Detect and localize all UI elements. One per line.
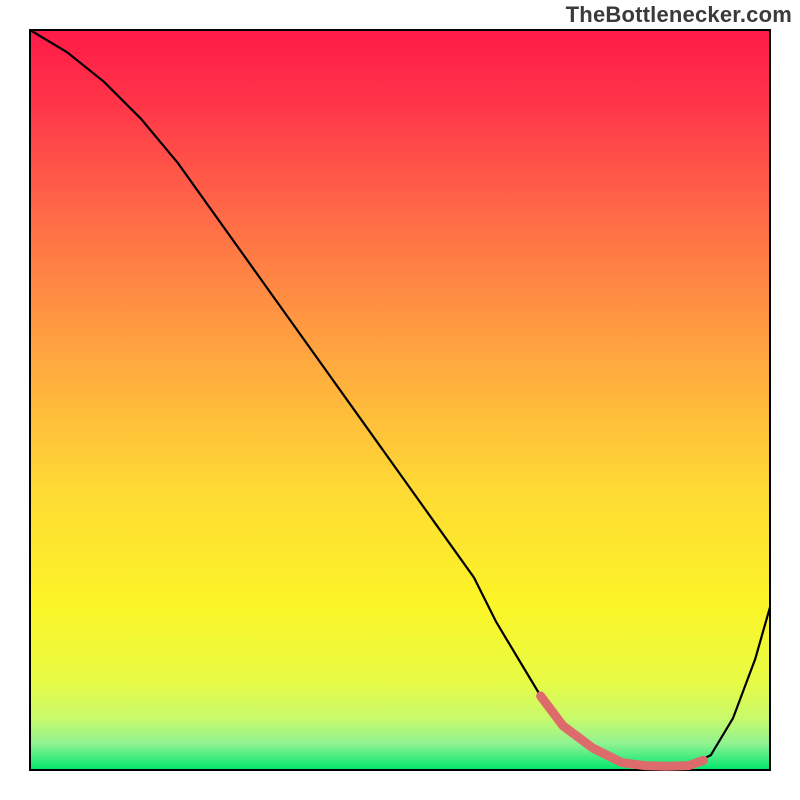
chart-plot-area [30,30,770,770]
bottleneck-chart [0,0,800,800]
brand-label: TheBottlenecker.com [566,2,792,28]
